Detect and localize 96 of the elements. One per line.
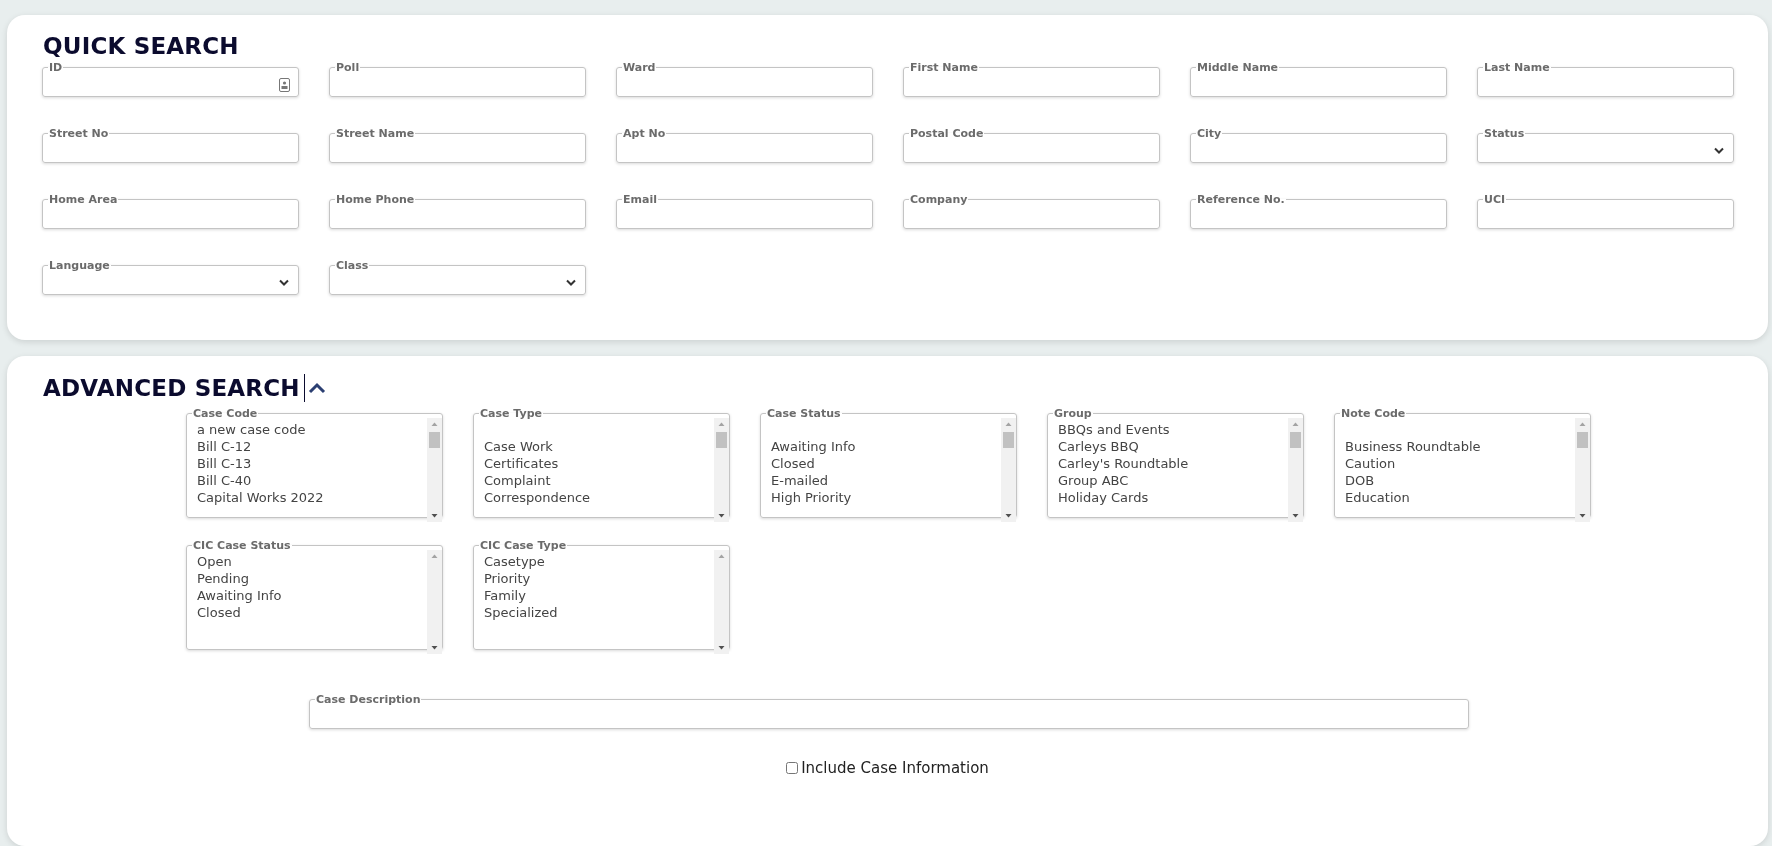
input-field[interactable]: Home Area xyxy=(42,194,299,229)
list-option[interactable]: Caution xyxy=(1341,455,1572,472)
list-option[interactable]: Bill C-12 xyxy=(193,438,424,455)
list-option[interactable]: Group ABC xyxy=(1054,472,1285,489)
input-field[interactable]: Home Phone xyxy=(329,194,586,229)
section-title: ADVANCED SEARCH xyxy=(43,375,300,401)
field-label: Company xyxy=(909,194,969,205)
field-label: Status xyxy=(1483,128,1526,139)
list-option[interactable]: E-mailed xyxy=(767,472,998,489)
chevron-down-icon xyxy=(1713,146,1725,155)
list-option[interactable]: a new case code xyxy=(193,421,424,438)
field-label: Group xyxy=(1053,408,1093,419)
input-field[interactable]: Street Name xyxy=(329,128,586,163)
list-option[interactable]: Specialized xyxy=(480,604,711,621)
select-field[interactable]: Class xyxy=(329,260,586,295)
field-label: Note Code xyxy=(1340,408,1407,419)
field-label: Case Code xyxy=(192,408,259,419)
list-option[interactable]: Pending xyxy=(193,570,424,587)
list-option[interactable]: Casetype xyxy=(480,553,711,570)
list-option[interactable]: BBQs and Events xyxy=(1054,421,1285,438)
input-field[interactable]: Case Description xyxy=(309,694,1469,729)
chevron-down-icon xyxy=(278,278,290,287)
list-option[interactable]: Bill C-40 xyxy=(193,472,424,489)
input-field[interactable]: Last Name xyxy=(1477,62,1734,97)
list-option[interactable]: Holiday Cards xyxy=(1054,489,1285,506)
scrollbar[interactable] xyxy=(1288,418,1303,522)
field-label: Ward xyxy=(622,62,657,73)
field-label: Street No xyxy=(48,128,110,139)
input-field[interactable]: Company xyxy=(903,194,1160,229)
field-label: CIC Case Type xyxy=(479,540,568,551)
input-field[interactable]: Email xyxy=(616,194,873,229)
field-label: Case Type xyxy=(479,408,544,419)
input-field[interactable]: Apt No xyxy=(616,128,873,163)
field-label: UCI xyxy=(1483,194,1507,205)
select-field[interactable]: Status xyxy=(1477,128,1734,163)
field-label: Class xyxy=(335,260,370,271)
list-option[interactable]: Family xyxy=(480,587,711,604)
field-label: Case Description xyxy=(315,694,422,705)
chevron-up-icon xyxy=(307,382,326,394)
list-option[interactable]: Correspondence xyxy=(480,489,711,506)
scrollbar[interactable] xyxy=(1575,418,1590,522)
field-label: Home Phone xyxy=(335,194,416,205)
input-field[interactable]: Ward xyxy=(616,62,873,97)
input-field[interactable]: UCI xyxy=(1477,194,1734,229)
field-label: Postal Code xyxy=(909,128,985,139)
input-field[interactable]: ID xyxy=(42,62,299,97)
field-label: Middle Name xyxy=(1196,62,1280,73)
field-label: First Name xyxy=(909,62,979,73)
list-option[interactable]: High Priority xyxy=(767,489,998,506)
input-field[interactable]: Street No xyxy=(42,128,299,163)
field-label: Home Area xyxy=(48,194,119,205)
input-field[interactable]: Reference No. xyxy=(1190,194,1447,229)
field-label: Apt No xyxy=(622,128,667,139)
checkbox-label[interactable]: Include Case Information xyxy=(801,759,989,777)
list-option[interactable]: Open xyxy=(193,553,424,570)
field-label: Reference No. xyxy=(1196,194,1286,205)
list-option[interactable]: Awaiting Info xyxy=(767,438,998,455)
list-option[interactable]: Case Work xyxy=(480,438,711,455)
scrollbar[interactable] xyxy=(427,418,442,522)
field-label: Street Name xyxy=(335,128,416,139)
list-option[interactable]: Education xyxy=(1341,489,1572,506)
list-option[interactable]: Carley's Roundtable xyxy=(1054,455,1285,472)
field-label: Poll xyxy=(335,62,361,73)
field-label: ID xyxy=(48,62,64,73)
checkbox[interactable] xyxy=(786,762,799,774)
list-option[interactable]: Closed xyxy=(193,604,424,621)
collapse-toggle[interactable] xyxy=(303,374,326,402)
scrollbar[interactable] xyxy=(714,418,729,522)
contact-card-icon[interactable] xyxy=(279,77,290,92)
list-option[interactable]: Certificates xyxy=(480,455,711,472)
list-option[interactable]: Complaint xyxy=(480,472,711,489)
list-option[interactable]: Carleys BBQ xyxy=(1054,438,1285,455)
chevron-down-icon xyxy=(565,278,577,287)
field-label: Case Status xyxy=(766,408,842,419)
field-label: Last Name xyxy=(1483,62,1551,73)
select-field[interactable]: Language xyxy=(42,260,299,295)
input-field[interactable]: Postal Code xyxy=(903,128,1160,163)
list-option[interactable]: Bill C-13 xyxy=(193,455,424,472)
section-title: QUICK SEARCH xyxy=(43,33,239,59)
input-field[interactable]: Middle Name xyxy=(1190,62,1447,97)
list-option[interactable]: Priority xyxy=(480,570,711,587)
field-label: Email xyxy=(622,194,658,205)
list-option[interactable]: Capital Works 2022 xyxy=(193,489,424,506)
list-option[interactable]: DOB xyxy=(1341,472,1572,489)
input-field[interactable]: Poll xyxy=(329,62,586,97)
list-option[interactable]: Closed xyxy=(767,455,998,472)
field-label: City xyxy=(1196,128,1223,139)
scrollbar[interactable] xyxy=(1001,418,1016,522)
scrollbar[interactable] xyxy=(427,550,442,654)
input-field[interactable]: First Name xyxy=(903,62,1160,97)
list-option[interactable]: Business Roundtable xyxy=(1341,438,1572,455)
field-label: Language xyxy=(48,260,111,271)
field-label: CIC Case Status xyxy=(192,540,292,551)
list-option[interactable]: Awaiting Info xyxy=(193,587,424,604)
scrollbar[interactable] xyxy=(714,550,729,654)
input-field[interactable]: City xyxy=(1190,128,1447,163)
